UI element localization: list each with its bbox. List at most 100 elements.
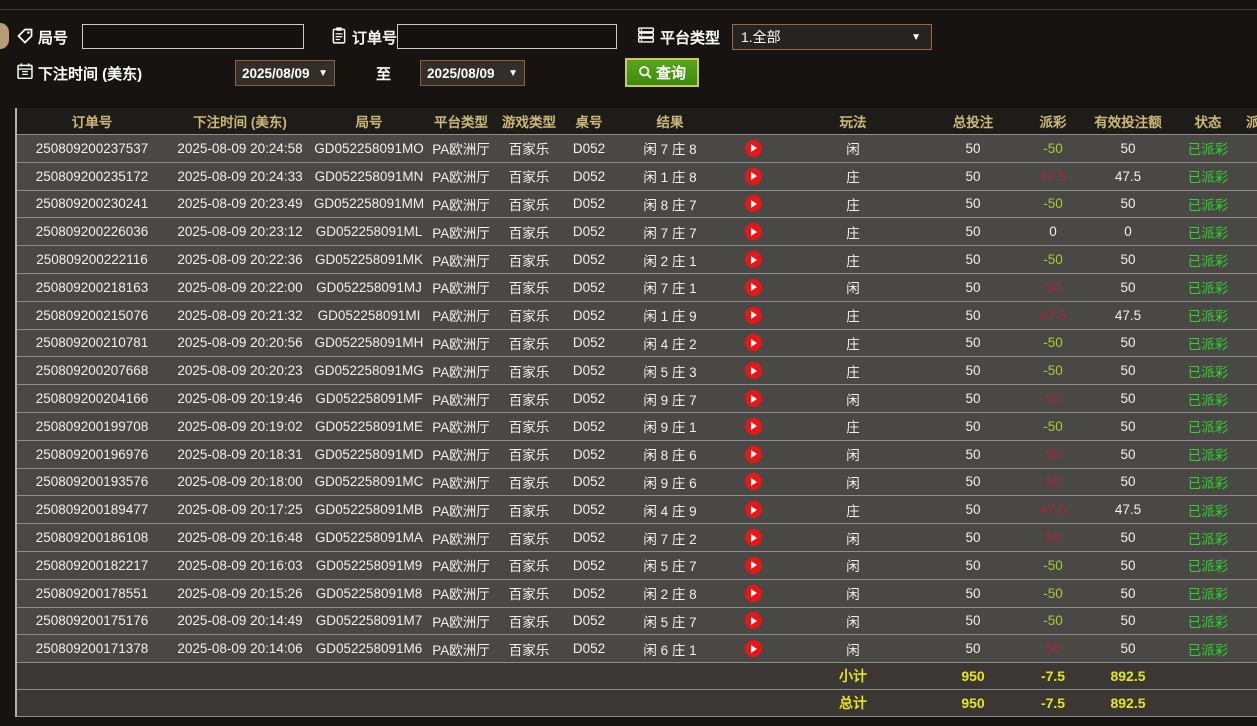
- play-video-button[interactable]: [744, 362, 762, 380]
- subtotal-row: 小计 950 -7.5 892.5: [17, 663, 1257, 691]
- play-video-button[interactable]: [744, 417, 762, 435]
- query-button[interactable]: 查询: [625, 58, 699, 87]
- play-video-button[interactable]: [744, 223, 762, 241]
- play-video-button[interactable]: [744, 139, 762, 157]
- play-video-button[interactable]: [744, 529, 762, 547]
- total-cell: -7.5: [1040, 695, 1066, 712]
- date-from-select[interactable]: 2025/08/09 ▼: [235, 60, 335, 86]
- round-cell: GD052258091MB: [314, 502, 424, 518]
- play-video-button[interactable]: [744, 390, 762, 408]
- order-cell: 250809200189477: [35, 502, 149, 518]
- play-video-button[interactable]: [744, 167, 762, 185]
- payout-cell: -50: [1043, 418, 1063, 434]
- status-cell: 已派彩: [1187, 448, 1229, 464]
- result-cell: 闲 9 庄 1: [643, 420, 697, 436]
- play-video-button[interactable]: [744, 640, 762, 658]
- platform-cell: PA欧洲厅: [432, 170, 490, 186]
- time-cell: 2025-08-09 20:20:56: [177, 335, 303, 351]
- payout-cell: 50: [1045, 530, 1061, 546]
- result-cell: 闲 4 庄 2: [643, 336, 697, 352]
- column-header: 游戏类型: [502, 115, 556, 130]
- order-cell: 250809200222116: [36, 252, 148, 268]
- play-video-button[interactable]: [744, 612, 762, 630]
- status-cell: 已派彩: [1187, 475, 1229, 491]
- table-no-cell: D052: [572, 585, 606, 601]
- play-video-button[interactable]: [744, 195, 762, 213]
- subtotal-cell: [425, 663, 497, 689]
- order-cell: 250809200226036: [35, 224, 149, 240]
- play-video-button[interactable]: [744, 445, 762, 463]
- play-cell: [723, 274, 783, 301]
- play-video-button[interactable]: [744, 584, 762, 602]
- table-row: 250809200226036 2025-08-09 20:23:12 GD0522…: [17, 218, 1257, 247]
- payout-cell: 50: [1045, 641, 1061, 657]
- table-no-cell: D052: [572, 557, 606, 573]
- partial-cell: [1243, 413, 1257, 440]
- status-cell: 已派彩: [1187, 642, 1229, 658]
- play-cell: [723, 441, 783, 468]
- round-cell: GD052258091MN: [314, 168, 424, 184]
- result-cell: 闲 6 庄 1: [643, 642, 697, 658]
- table-row: 250809200175176 2025-08-09 20:14:49 GD0522…: [17, 607, 1257, 636]
- table-row: 250809200199708 2025-08-09 20:19:02 GD0522…: [17, 412, 1257, 441]
- partial-cell: [1243, 608, 1257, 635]
- game-cell: 百家乐: [508, 364, 550, 380]
- play-video-button[interactable]: [744, 501, 762, 519]
- order-number-label: 订单号: [352, 30, 398, 47]
- play-cell: [723, 218, 783, 245]
- play-cell: [723, 246, 783, 273]
- chevron-down-icon: ▼: [318, 67, 328, 79]
- status-cell: 已派彩: [1187, 170, 1229, 186]
- order-number-input[interactable]: [397, 24, 617, 49]
- total-bet-cell: 50: [965, 585, 981, 601]
- platform-cell: PA欧洲厅: [432, 587, 490, 603]
- round-number-input[interactable]: [82, 24, 304, 49]
- play-video-button[interactable]: [744, 556, 762, 574]
- column-header: 局号: [355, 115, 383, 130]
- valid-bet-cell: 50: [1120, 613, 1136, 629]
- payout-cell: -50: [1043, 613, 1063, 629]
- date-to-select[interactable]: 2025/08/09 ▼: [420, 60, 525, 86]
- round-cell: GD052258091M7: [315, 613, 423, 629]
- time-cell: 2025-08-09 20:20:23: [177, 363, 303, 379]
- valid-bet-cell: 50: [1120, 363, 1136, 379]
- platform-cell: PA欧洲厅: [432, 559, 490, 575]
- play-cell: 闲: [846, 642, 860, 658]
- platform-cell: PA欧洲厅: [432, 336, 490, 352]
- play-video-button[interactable]: [744, 251, 762, 269]
- game-cell: 百家乐: [508, 142, 550, 158]
- play-video-button[interactable]: [744, 306, 762, 324]
- play-video-button[interactable]: [744, 278, 762, 296]
- platform-cell: PA欧洲厅: [432, 531, 490, 547]
- payout-cell: 47.5: [1039, 168, 1067, 184]
- round-cell: GD052258091MF: [315, 391, 423, 407]
- platform-type-select[interactable]: 1.全部 ▼: [732, 24, 932, 50]
- play-cell: 闲: [846, 475, 860, 491]
- table-row: 250809200171378 2025-08-09 20:14:06 GD0522…: [17, 635, 1257, 664]
- partial-cell: [1243, 357, 1257, 384]
- valid-bet-cell: 50: [1120, 391, 1136, 407]
- total-bet-cell: 50: [965, 279, 981, 295]
- play-cell: 庄: [846, 253, 860, 269]
- panel-collapse-handle[interactable]: [0, 23, 9, 49]
- play-cell: [723, 357, 783, 384]
- table-no-cell: D052: [572, 140, 606, 156]
- total-bet-cell: 50: [965, 502, 981, 518]
- total-bet-cell: 50: [965, 363, 981, 379]
- result-cell: 闲 5 庄 7: [643, 559, 697, 575]
- time-cell: 2025-08-09 20:23:49: [177, 196, 303, 212]
- partial-cell: [1243, 191, 1257, 218]
- time-cell: 2025-08-09 20:22:00: [177, 279, 303, 295]
- table-header-row: 订单号 下注时间 (美东) 局号 平台类型 游戏类型 桌号 结果 玩法 总投注 派彩 有效投注额 状态…: [17, 108, 1257, 135]
- subtotal-cell: 892.5: [1110, 668, 1146, 685]
- platform-cell: PA欧洲厅: [432, 642, 490, 658]
- play-cell: 闲: [846, 531, 860, 547]
- partial-cell: [1243, 496, 1257, 523]
- result-cell: 闲 5 庄 3: [643, 364, 697, 380]
- platform-cell: PA欧洲厅: [432, 253, 490, 269]
- play-video-button[interactable]: [744, 334, 762, 352]
- play-video-button[interactable]: [744, 473, 762, 491]
- payout-cell: -50: [1043, 557, 1063, 573]
- subtotal-cell: [723, 663, 783, 689]
- result-cell: 闲 1 庄 9: [643, 309, 697, 325]
